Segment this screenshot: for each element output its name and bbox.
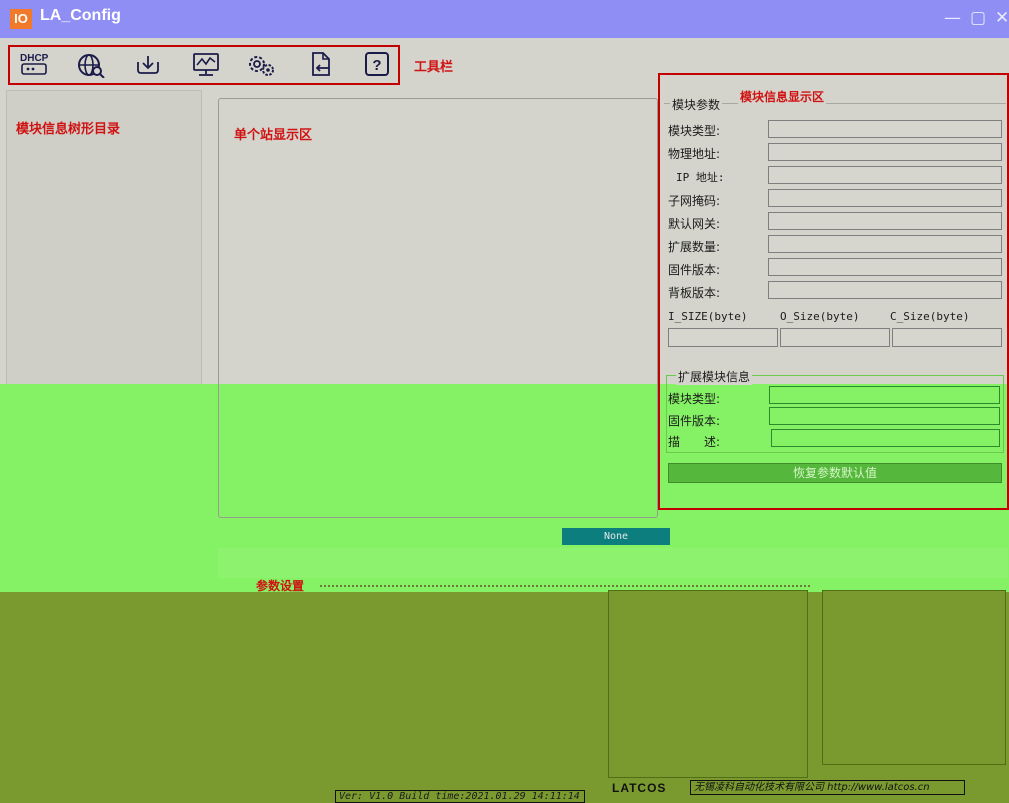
help-button[interactable]: ? [360, 49, 394, 79]
param-settings-label: 参数设置 [256, 579, 305, 593]
help-icon: ? [365, 52, 389, 76]
export-icon [312, 52, 330, 76]
window-title: LA_Config [40, 7, 121, 24]
lower-right-panel[interactable] [822, 590, 1006, 765]
settings-button[interactable] [244, 49, 278, 79]
download-button[interactable] [131, 49, 165, 79]
station-label: 单个站显示区 [234, 127, 313, 142]
settings-icon [249, 56, 274, 76]
network-search-icon [78, 54, 105, 78]
company-text: 无锡凌科自动化技术有限公司 http://www.latcos.cn [690, 780, 965, 795]
lower-middle-panel[interactable] [608, 590, 808, 778]
dhcp-button[interactable]: DHCP [18, 49, 52, 79]
status-badge: None [562, 528, 670, 545]
version-text: Ver: V1.0 Build time:2021.01.29 14:11:14 [335, 790, 585, 803]
network-search-button[interactable] [74, 49, 108, 79]
monitor-button[interactable] [189, 49, 223, 79]
monitor-icon [193, 53, 219, 76]
title-bar [0, 0, 1009, 38]
dhcp-icon: DHCP [20, 53, 49, 75]
download-icon [137, 56, 159, 74]
brand-logo: LATCOS [612, 781, 667, 795]
maximize-button[interactable]: ▢ [970, 8, 986, 28]
dhcp-icon-text: DHCP [20, 53, 49, 64]
tree-label: 模块信息树形目录 [16, 121, 121, 136]
toolbar-label: 工具栏 [414, 59, 454, 74]
param-settings-strip [218, 548, 1008, 578]
minimize-button[interactable]: — [944, 8, 961, 28]
app-logo: IO [10, 9, 32, 29]
close-button[interactable]: ✕ [995, 8, 1009, 28]
station-display-area[interactable] [218, 98, 658, 518]
export-button[interactable] [303, 49, 337, 79]
help-icon-glyph: ? [372, 57, 381, 74]
info-area-highlight-frame [658, 73, 1009, 510]
param-divider [320, 585, 810, 587]
